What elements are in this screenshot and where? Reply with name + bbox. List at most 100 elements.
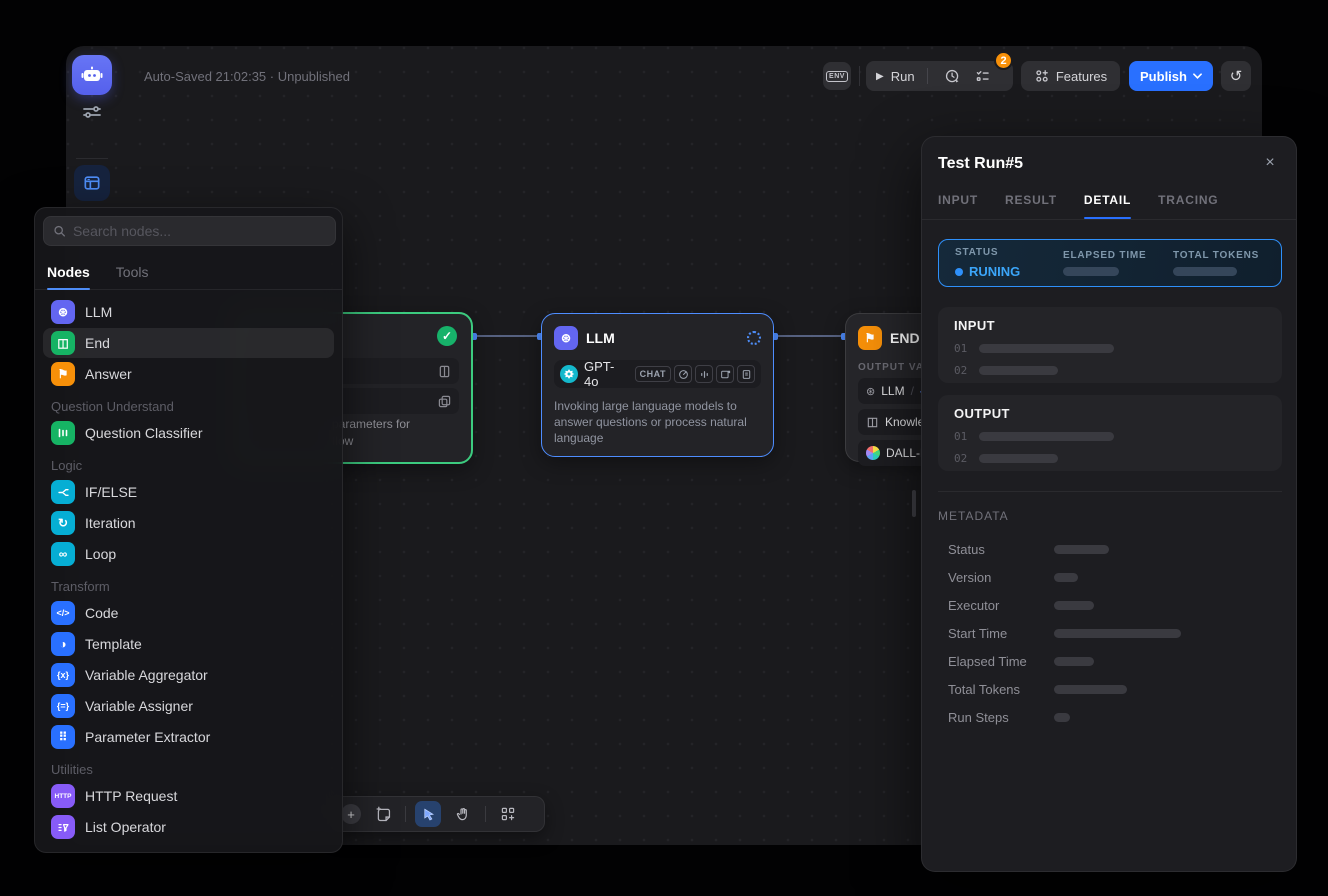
group-divider <box>927 68 928 84</box>
code-icon: </> <box>51 601 75 625</box>
input-card-title: INPUT <box>954 318 1266 333</box>
node-item-label: Variable Aggregator <box>85 667 208 683</box>
tab-tracing[interactable]: TRACING <box>1158 193 1218 219</box>
history-icon: ↺ <box>1230 67 1243 85</box>
publish-label: Publish <box>1140 69 1187 84</box>
paragraph-icon <box>438 365 451 378</box>
metadata-label: Executor <box>948 598 1054 613</box>
node-item-answer[interactable]: ⚑ Answer <box>43 359 334 389</box>
llm-node[interactable]: ⊛ LLM GPT-4o CHAT <box>541 313 774 457</box>
skeleton-bar <box>979 454 1058 463</box>
metadata-divider <box>938 491 1282 492</box>
search-icon <box>53 224 66 238</box>
run-button[interactable]: ▶ Run <box>876 69 927 84</box>
skeleton-bar <box>1054 713 1070 722</box>
features-icon <box>1034 68 1050 84</box>
metadata-label: Run Steps <box>948 710 1054 725</box>
list-operator-icon <box>51 815 75 839</box>
organize-nodes-button[interactable] <box>495 801 521 827</box>
llm-mini-icon: ⊛ <box>866 385 875 398</box>
node-item-llm[interactable]: ⊛ LLM <box>43 297 334 327</box>
search-input[interactable] <box>73 223 326 239</box>
node-item-loop[interactable]: ∞ Loop <box>43 539 334 569</box>
hand-tool-button[interactable] <box>450 801 476 827</box>
tab-nodes[interactable]: Nodes <box>47 254 90 289</box>
node-item-label: End <box>85 335 110 351</box>
metadata-label: Total Tokens <box>948 682 1054 697</box>
chevron-down-icon <box>1193 73 1202 79</box>
node-item-variable-assigner[interactable]: {=} Variable Assigner <box>43 691 334 721</box>
knowledge-book-icon <box>866 416 879 429</box>
node-panel-tabs: Nodes Tools <box>35 254 342 290</box>
run-history-button[interactable] <box>943 66 963 86</box>
skeleton-bar <box>1063 267 1119 276</box>
env-variables-button[interactable]: ENV <box>823 62 851 90</box>
skeleton-bar <box>1173 267 1237 276</box>
version-history-button[interactable]: ↺ <box>1221 61 1251 91</box>
sliders-icon <box>80 100 104 124</box>
node-item-label: Parameter Extractor <box>85 729 210 745</box>
end-node-title: END <box>890 330 920 346</box>
status-label: STATUS <box>955 247 1063 258</box>
node-list: ⊛ LLM ◫ End ⚑ Answer Question Understand… <box>43 296 334 843</box>
line-number: 01 <box>954 430 967 443</box>
model-selector[interactable]: GPT-4o CHAT <box>554 360 761 388</box>
pointer-tool-button[interactable] <box>415 801 441 827</box>
variable-name: LLM <box>881 384 904 398</box>
canvas-toolbar: + <box>330 796 545 832</box>
topbar-divider <box>859 66 860 86</box>
add-block-panel-toggle[interactable] <box>74 165 110 201</box>
line-number: 02 <box>954 452 967 465</box>
loop-icon: ∞ <box>51 542 75 566</box>
node-item-end[interactable]: ◫ End <box>43 328 334 358</box>
checklist-count-badge: 2 <box>994 51 1013 70</box>
path-separator: / <box>911 384 914 398</box>
tab-detail[interactable]: DETAIL <box>1084 193 1131 219</box>
run-panel-title: Test Run#5 <box>938 155 1023 173</box>
output-card-title: OUTPUT <box>954 406 1266 421</box>
app-logo[interactable] <box>72 55 112 95</box>
tool-capability-icon <box>674 365 692 383</box>
node-item-label: Iteration <box>85 515 136 531</box>
section-transform: Transform <box>51 579 326 594</box>
node-item-ifelse[interactable]: IF/ELSE <box>43 477 334 507</box>
canvas-scrollbar-thumb[interactable] <box>912 490 916 517</box>
tab-result[interactable]: RESULT <box>1005 193 1057 219</box>
node-item-parameter-extractor[interactable]: ⠿ Parameter Extractor <box>43 722 334 752</box>
checklist-button[interactable] <box>973 66 993 86</box>
features-label: Features <box>1056 69 1107 84</box>
skeleton-bar <box>1054 573 1078 582</box>
close-button[interactable]: × <box>1258 151 1282 175</box>
search-box[interactable] <box>43 216 336 246</box>
node-item-label: Loop <box>85 546 116 562</box>
add-note-button[interactable] <box>370 801 396 827</box>
run-panel-tabs: INPUT RESULT DETAIL TRACING <box>938 193 1218 219</box>
node-item-http-request[interactable]: HTTP HTTP Request <box>43 781 334 811</box>
node-item-code[interactable]: </> Code <box>43 598 334 628</box>
tab-tools[interactable]: Tools <box>116 254 149 289</box>
checklist-icon <box>974 68 991 85</box>
node-item-variable-aggregator[interactable]: {x} Variable Aggregator <box>43 660 334 690</box>
node-item-list-operator[interactable]: List Operator <box>43 812 334 842</box>
section-logic: Logic <box>51 458 326 473</box>
node-item-label: LLM <box>85 304 112 320</box>
http-request-icon: HTTP <box>51 784 75 808</box>
ifelse-icon <box>51 480 75 504</box>
skeleton-bar <box>1054 629 1181 638</box>
workflow-settings-button[interactable] <box>80 100 104 124</box>
node-item-template[interactable]: ◑ Template <box>43 629 334 659</box>
node-item-question-classifier[interactable]: Question Classifier <box>43 418 334 448</box>
add-node-button[interactable]: + <box>341 804 361 824</box>
publish-button[interactable]: Publish <box>1129 61 1213 91</box>
llm-node-description: Invoking large language models to answer… <box>554 398 761 446</box>
copy-docs-icon <box>438 395 451 408</box>
play-icon: ▶ <box>876 71 884 82</box>
features-button[interactable]: Features <box>1021 61 1120 91</box>
node-item-iteration[interactable]: ↻ Iteration <box>43 508 334 538</box>
dalle-icon <box>866 446 880 460</box>
robot-icon <box>80 63 104 87</box>
edge-llm-to-end <box>774 335 845 337</box>
tab-input[interactable]: INPUT <box>938 193 978 219</box>
node-item-label: Variable Assigner <box>85 698 193 714</box>
autosave-status: Auto-Saved 21:02:35 · Unpublished <box>144 69 350 84</box>
